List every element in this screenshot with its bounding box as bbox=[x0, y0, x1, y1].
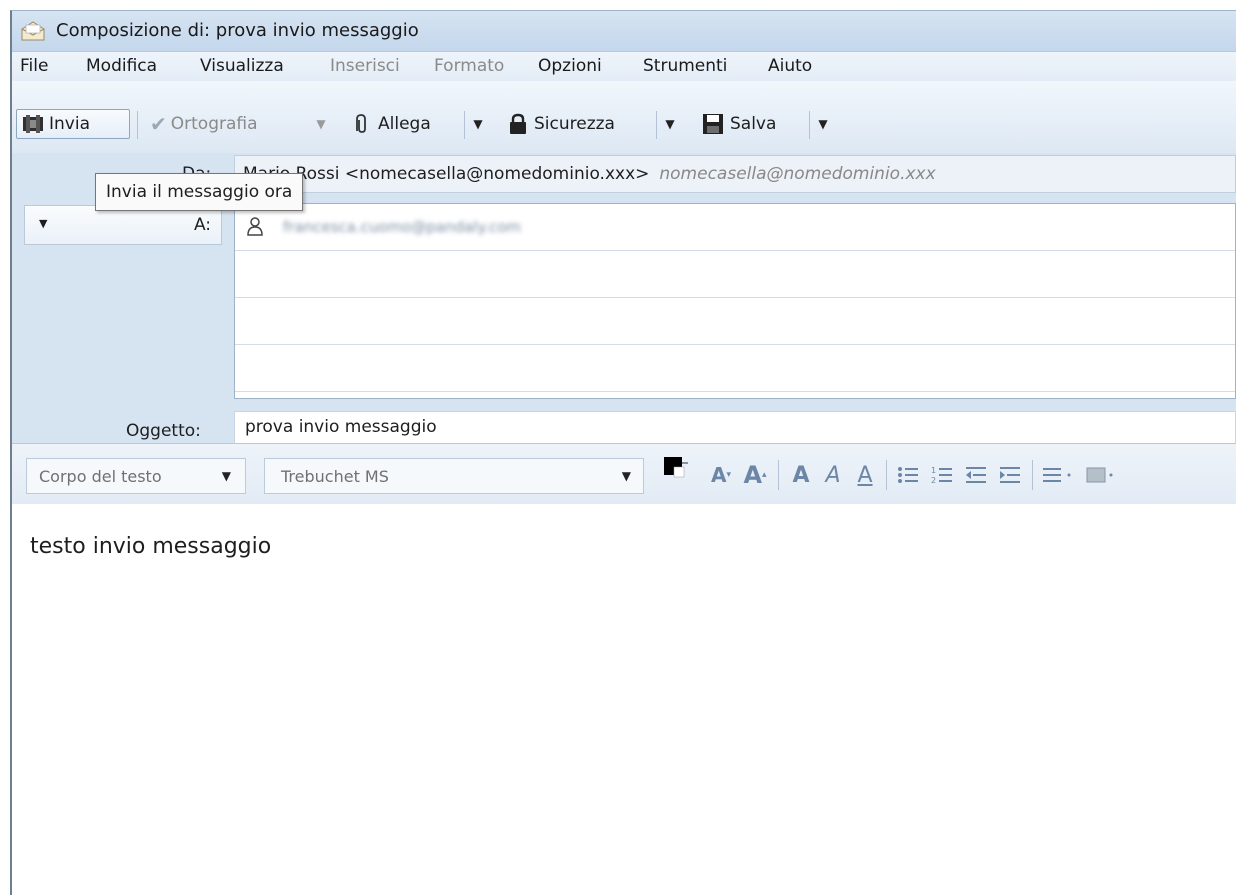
text-color-icon bbox=[664, 457, 688, 478]
recipient-address: francesca.cuomo@pandaly.com bbox=[283, 218, 522, 236]
spelling-label: Ortografia bbox=[170, 114, 258, 134]
chevron-down-icon: ▼ bbox=[39, 217, 48, 230]
title-bar[interactable]: Composizione di: prova invio messaggio bbox=[12, 11, 1236, 51]
menu-bar: File Modifica Visualizza Inserisci Forma… bbox=[12, 51, 1236, 82]
outdent-glyph bbox=[966, 467, 986, 483]
indent-icon[interactable] bbox=[996, 458, 1024, 492]
recipient-row[interactable] bbox=[235, 251, 1235, 298]
bold-icon[interactable]: A bbox=[788, 458, 814, 492]
security-label: Sicurezza bbox=[534, 114, 615, 134]
send-tooltip: Invia il messaggio ora bbox=[95, 173, 304, 211]
format-separator bbox=[778, 460, 779, 490]
lock-icon bbox=[510, 113, 526, 134]
italic-icon[interactable]: A bbox=[820, 458, 846, 492]
message-body-text: testo invio messaggio bbox=[30, 534, 272, 559]
font-smaller-icon[interactable]: A ▾ bbox=[708, 458, 734, 492]
attach-button[interactable]: Allega bbox=[352, 109, 431, 139]
attach-dropdown-icon[interactable]: ▼ bbox=[468, 111, 488, 137]
toolbar-separator bbox=[809, 111, 810, 139]
menu-opzioni[interactable]: Opzioni bbox=[538, 56, 602, 76]
recipient-list: francesca.cuomo@pandaly.com bbox=[234, 203, 1236, 399]
subject-label: Oggetto: bbox=[126, 421, 201, 441]
menu-aiuto[interactable]: Aiuto bbox=[768, 56, 812, 76]
from-address: Mario Rossi <nomecasella@nomedominio.xxx… bbox=[243, 164, 650, 184]
toolbar-separator bbox=[656, 111, 657, 139]
subject-input[interactable]: prova invio messaggio bbox=[234, 411, 1236, 445]
recipient-row[interactable]: francesca.cuomo@pandaly.com bbox=[235, 204, 1235, 251]
recipient-row[interactable] bbox=[235, 345, 1235, 392]
bulleted-list-glyph bbox=[898, 467, 918, 483]
checkmark-icon: ✔ bbox=[150, 112, 167, 136]
compose-window: Composizione di: prova invio messaggio F… bbox=[10, 10, 1236, 895]
toolbar-separator bbox=[137, 111, 138, 139]
send-icon bbox=[23, 115, 43, 133]
menu-strumenti[interactable]: Strumenti bbox=[643, 56, 727, 76]
chevron-down-icon: ▼ bbox=[221, 469, 231, 483]
outdent-icon[interactable] bbox=[962, 458, 990, 492]
svg-text:2: 2 bbox=[931, 476, 936, 485]
font-select[interactable]: Trebuchet MS ▼ bbox=[264, 458, 644, 494]
format-separator bbox=[886, 460, 887, 490]
save-button[interactable]: Salva bbox=[702, 109, 776, 139]
paperclip-icon bbox=[356, 114, 366, 133]
toolbar-separator bbox=[464, 111, 465, 139]
spelling-button[interactable]: ✔ Ortografia bbox=[150, 109, 258, 139]
from-value: Mario Rossi <nomecasella@nomedominio.xxx… bbox=[243, 164, 936, 184]
send-button[interactable]: Invia bbox=[16, 109, 130, 139]
insert-object-icon[interactable] bbox=[1084, 458, 1118, 492]
svg-text:1: 1 bbox=[931, 466, 936, 475]
send-label: Invia bbox=[49, 114, 90, 134]
numbered-list-icon[interactable]: 1 2 bbox=[928, 458, 956, 492]
subject-value: prova invio messaggio bbox=[245, 417, 437, 437]
format-toolbar: Corpo del testo ▼ Trebuchet MS ▼ A ▾ A ▴ A… bbox=[12, 443, 1236, 505]
toolbar: Invia ✔ Ortografia ▼ Allega ▼ Sicurezza … bbox=[12, 81, 1236, 154]
font-larger-icon[interactable]: A ▴ bbox=[740, 458, 770, 492]
menu-visualizza[interactable]: Visualizza bbox=[200, 56, 284, 76]
floppy-disk-icon bbox=[703, 114, 723, 134]
align-icon[interactable] bbox=[1040, 458, 1080, 492]
bulleted-list-icon[interactable] bbox=[894, 458, 922, 492]
security-button[interactable]: Sicurezza bbox=[508, 109, 615, 139]
envelope-icon bbox=[21, 21, 45, 41]
to-label: A: bbox=[193, 215, 211, 235]
menu-formato[interactable]: Formato bbox=[434, 56, 504, 76]
chevron-down-icon: ▼ bbox=[621, 469, 631, 483]
from-field[interactable]: Mario Rossi <nomecasella@nomedominio.xxx… bbox=[234, 155, 1236, 193]
menu-file[interactable]: File bbox=[20, 56, 48, 76]
recipient-type-select[interactable]: ▼ A: bbox=[24, 205, 222, 245]
font-value: Trebuchet MS bbox=[281, 467, 389, 486]
attach-label: Allega bbox=[378, 114, 431, 134]
indent-glyph bbox=[1000, 467, 1020, 483]
menu-modifica[interactable]: Modifica bbox=[86, 56, 157, 76]
insert-object-glyph bbox=[1086, 467, 1113, 483]
save-label: Salva bbox=[730, 114, 777, 134]
numbered-list-glyph: 1 2 bbox=[931, 466, 952, 485]
underline-icon[interactable]: A bbox=[852, 458, 878, 492]
window-title: Composizione di: prova invio messaggio bbox=[56, 20, 419, 41]
spelling-dropdown-icon[interactable]: ▼ bbox=[311, 111, 331, 137]
save-dropdown-icon[interactable]: ▼ bbox=[813, 111, 833, 137]
person-icon bbox=[247, 217, 263, 236]
from-hint: nomecasella@nomedominio.xxx bbox=[659, 164, 936, 184]
format-separator bbox=[1032, 460, 1033, 490]
align-glyph bbox=[1043, 468, 1071, 482]
paragraph-style-value: Corpo del testo bbox=[39, 467, 162, 486]
text-color-button[interactable] bbox=[658, 457, 698, 492]
security-dropdown-icon[interactable]: ▼ bbox=[660, 111, 680, 137]
menu-inserisci[interactable]: Inserisci bbox=[330, 56, 400, 76]
paragraph-style-select[interactable]: Corpo del testo ▼ bbox=[26, 458, 246, 494]
recipient-row[interactable] bbox=[235, 298, 1235, 345]
message-body-editor[interactable]: testo invio messaggio bbox=[12, 504, 1236, 895]
